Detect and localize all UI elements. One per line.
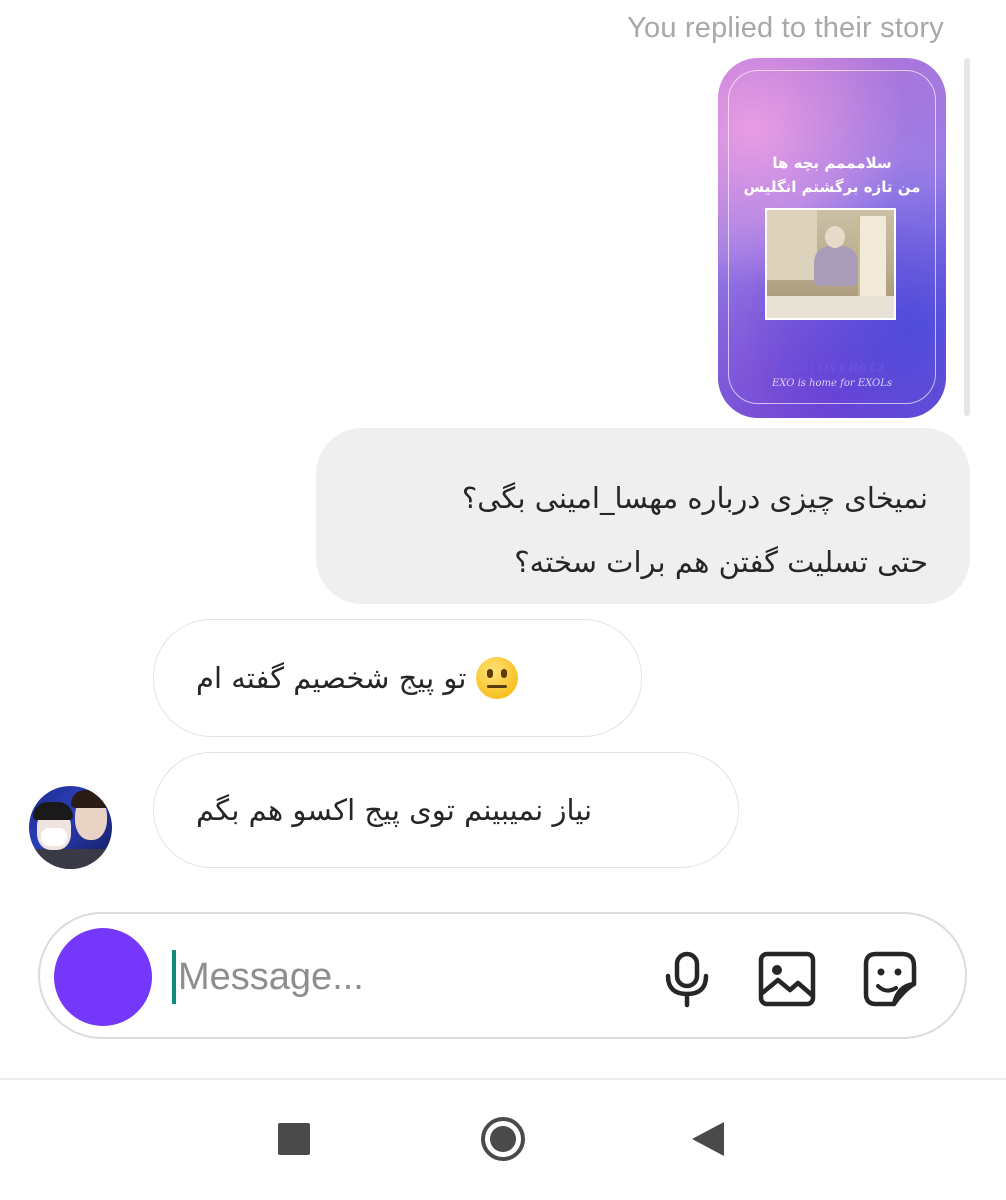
story-tagline: EXO is home for EXOLs <box>771 378 893 389</box>
sticker-icon[interactable] <box>858 948 920 1010</box>
story-reply-context: You replied to their story <box>627 12 944 44</box>
message-composer <box>38 912 967 1039</box>
sent-message-line2: حتی تسلیت گفتن هم برات سخته؟ <box>514 545 928 579</box>
story-headline: سلامممم بچه ها من تازه برگشتم انگلیس <box>732 151 932 199</box>
story-headline-line1: سلامممم بچه ها <box>772 154 892 172</box>
gallery-icon[interactable] <box>756 948 818 1010</box>
avatar-body <box>29 849 112 869</box>
sent-message-bubble[interactable]: نمیخای چیزی درباره مهسا_امینی بگی؟ حتی ت… <box>316 428 970 604</box>
avatar-mask <box>41 828 67 846</box>
recents-nav-button[interactable] <box>278 1123 310 1155</box>
received-message-bubble[interactable]: نیاز نمیبینم توی پیج اکسو هم بگم <box>153 752 739 868</box>
photo-bed <box>767 296 894 318</box>
photo-person-body <box>814 246 858 286</box>
avatar-hat <box>33 802 73 820</box>
story-brand: EXOLOVER612 <box>778 361 886 375</box>
message-input[interactable] <box>178 942 648 1012</box>
text-caret <box>172 950 176 1004</box>
received-message-text: نیاز نمیبینم توی پیج اکسو هم بگم <box>196 793 593 827</box>
sender-avatar[interactable] <box>29 786 112 869</box>
photo-wall <box>767 210 817 280</box>
photo-window <box>858 216 886 304</box>
camera-button[interactable] <box>54 928 152 1026</box>
avatar-hair <box>71 790 111 808</box>
received-message-bubble[interactable]: تو پیج شخصیم گفته ام <box>153 619 642 737</box>
story-headline-line2: من تازه برگشتم انگلیس <box>743 178 921 196</box>
microphone-icon[interactable] <box>656 948 718 1010</box>
home-nav-button[interactable] <box>479 1115 527 1163</box>
photo-person-head <box>825 226 845 248</box>
back-nav-button[interactable] <box>690 1120 726 1158</box>
sent-message-line1: نمیخای چیزی درباره مهسا_امینی بگی؟ <box>461 481 928 515</box>
story-reply-bar <box>964 58 970 416</box>
story-preview[interactable]: سلامممم بچه ها من تازه برگشتم انگلیس EXO… <box>718 58 946 418</box>
navigation-divider <box>0 1078 1006 1080</box>
neutral-face-emoji-icon <box>476 657 519 699</box>
received-message-text: تو پیج شخصیم گفته ام <box>196 661 467 695</box>
story-photo <box>765 208 896 320</box>
